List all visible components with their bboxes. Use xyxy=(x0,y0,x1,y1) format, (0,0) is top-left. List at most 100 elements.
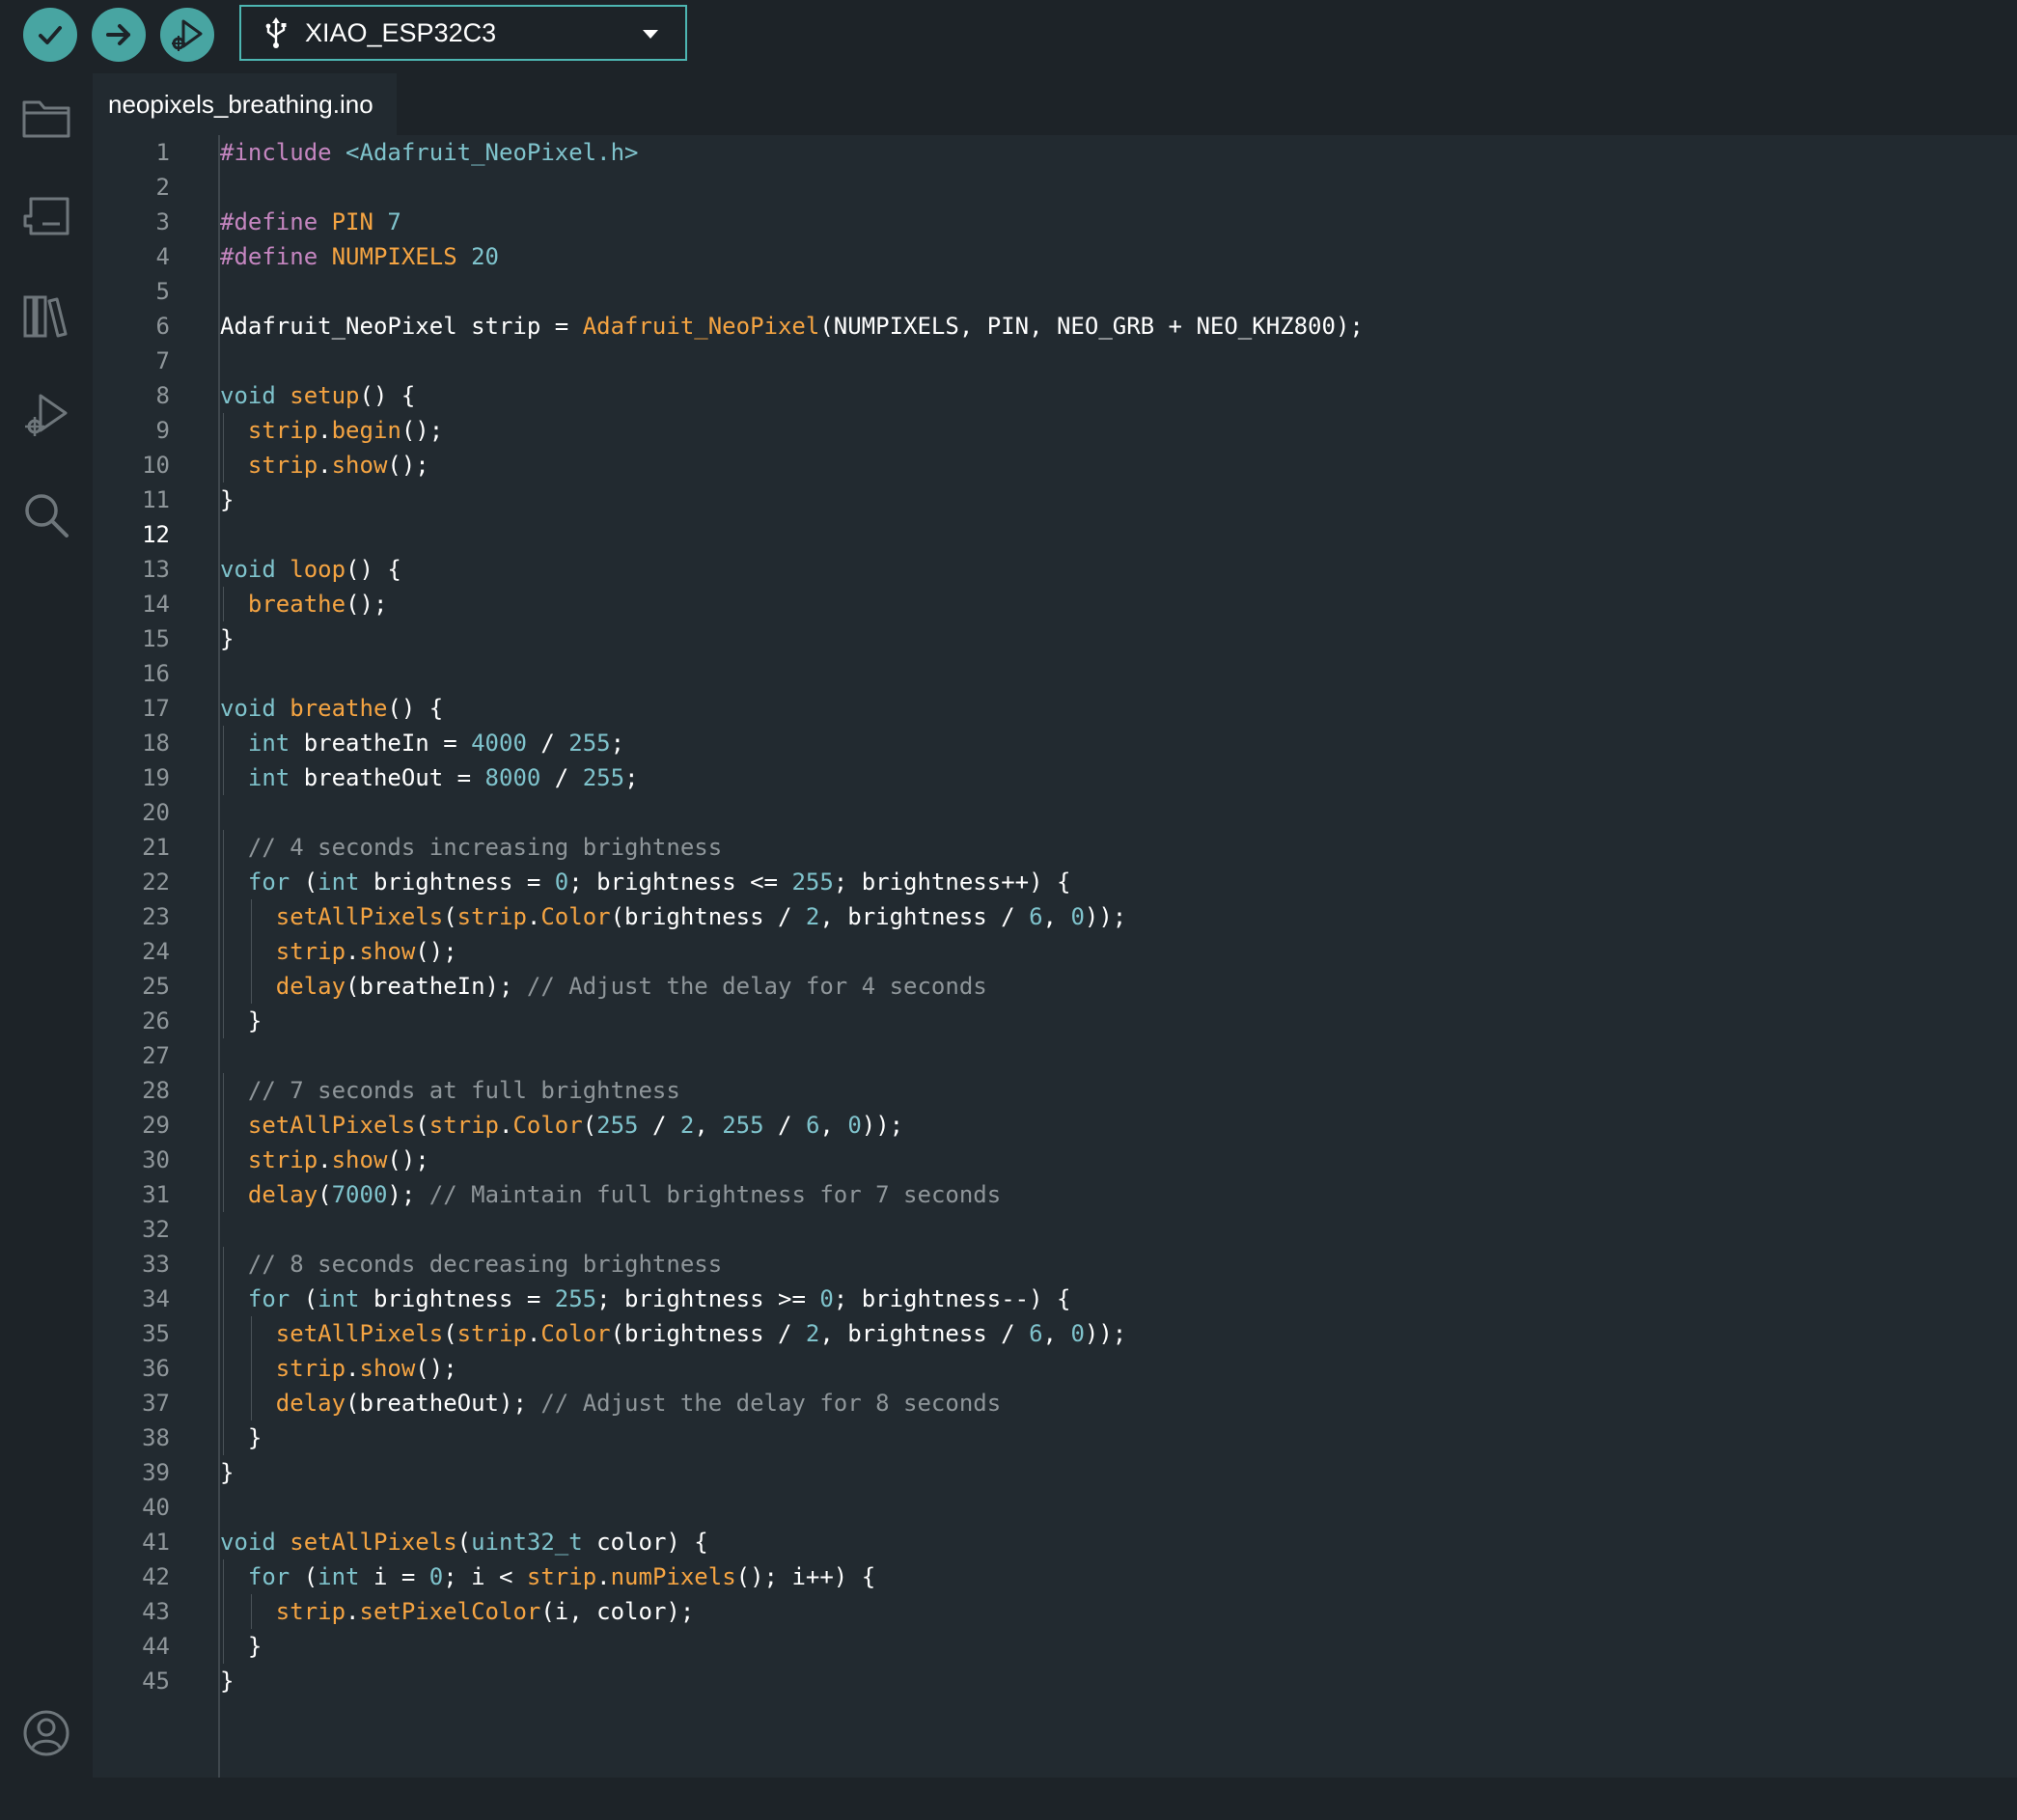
code-token: 255 xyxy=(568,730,611,757)
code-token: , brightness / xyxy=(819,1320,1030,1347)
board-selector[interactable]: XIAO_ESP32C3 xyxy=(239,5,687,61)
line-number: 31 xyxy=(142,1181,170,1208)
code-line[interactable]: 31 delay(7000); // Maintain full brightn… xyxy=(93,1177,2017,1212)
code-text: strip.begin(); xyxy=(220,413,443,448)
code-line[interactable]: 23 setAllPixels(strip.Color(brightness /… xyxy=(93,899,2017,934)
code-line[interactable]: 26 } xyxy=(93,1004,2017,1038)
code-line[interactable]: 35 setAllPixels(strip.Color(brightness /… xyxy=(93,1316,2017,1351)
code-line[interactable]: 16 xyxy=(93,656,2017,691)
code-line[interactable]: 13 void loop() { xyxy=(93,552,2017,587)
code-token: breatheOut = xyxy=(303,764,485,791)
code-line[interactable]: 19 int breatheOut = 8000 / 255; xyxy=(93,760,2017,795)
debug-icon xyxy=(25,394,68,436)
code-token: strip xyxy=(275,1355,346,1382)
code-line[interactable]: 43 strip.setPixelColor(i, color); xyxy=(93,1594,2017,1629)
code-line[interactable]: 37 delay(breatheOut); // Adjust the dela… xyxy=(93,1386,2017,1420)
code-token: (NUMPIXELS, PIN, NEO_GRB + NEO_KHZ800); xyxy=(819,313,1364,340)
code-line[interactable]: 24 strip.show(); xyxy=(93,934,2017,969)
code-line[interactable]: 3 #define PIN 7 xyxy=(93,205,2017,239)
line-number: 27 xyxy=(142,1042,170,1069)
code-line[interactable]: 36 strip.show(); xyxy=(93,1351,2017,1386)
code-line[interactable]: 11} xyxy=(93,483,2017,517)
code-line[interactable]: 18 int breatheIn = 4000 / 255; xyxy=(93,726,2017,760)
code-line[interactable]: 45} xyxy=(93,1664,2017,1698)
code-line[interactable]: 8 void setup() { xyxy=(93,378,2017,413)
line-number: 41 xyxy=(142,1529,170,1556)
code-line[interactable]: 29 setAllPixels(strip.Color(255 / 2, 255… xyxy=(93,1108,2017,1143)
code-line[interactable]: 25 delay(breatheIn); // Adjust the delay… xyxy=(93,969,2017,1004)
code-line[interactable]: 10 strip.show(); xyxy=(93,448,2017,483)
code-line[interactable]: 30 strip.show(); xyxy=(93,1143,2017,1177)
line-number: 11 xyxy=(142,486,170,513)
code-line[interactable]: 38 } xyxy=(93,1420,2017,1455)
code-token: show xyxy=(331,452,388,479)
tab-neopixels-breathing[interactable]: neopixels_breathing.ino xyxy=(93,73,397,135)
line-number: 7 xyxy=(155,347,170,374)
code-token: i = xyxy=(373,1563,429,1590)
code-line[interactable]: 40 xyxy=(93,1490,2017,1525)
code-token: , xyxy=(819,1112,848,1139)
code-line[interactable]: 44 } xyxy=(93,1629,2017,1664)
code-line[interactable]: 42 for (int i = 0; i < strip.numPixels()… xyxy=(93,1559,2017,1594)
code-line[interactable]: 32 xyxy=(93,1212,2017,1247)
code-token: show xyxy=(331,1146,388,1173)
code-token: strip xyxy=(275,1598,346,1625)
code-line[interactable]: 14 breathe(); xyxy=(93,587,2017,621)
code-line[interactable]: 7 xyxy=(93,344,2017,378)
code-line[interactable]: 28 // 7 seconds at full brightness xyxy=(93,1073,2017,1108)
sidebar-item-library-manager[interactable] xyxy=(19,290,73,344)
code-token: )); xyxy=(861,1112,904,1139)
line-number: 15 xyxy=(142,625,170,652)
code-line[interactable]: 4 #define NUMPIXELS 20 xyxy=(93,239,2017,274)
debug-button[interactable] xyxy=(160,8,214,62)
code-line[interactable]: 9 strip.begin(); xyxy=(93,413,2017,448)
line-number: 37 xyxy=(142,1390,170,1417)
code-token: ( xyxy=(318,1181,332,1208)
code-line[interactable]: 22 for (int brightness = 0; brightness <… xyxy=(93,865,2017,899)
code-line[interactable]: 39} xyxy=(93,1455,2017,1490)
code-line[interactable]: 41 void setAllPixels(uint32_t color) { xyxy=(93,1525,2017,1559)
sidebar-item-boards-manager[interactable] xyxy=(19,189,73,243)
line-number: 18 xyxy=(142,730,170,757)
code-token: Color xyxy=(540,903,611,930)
code-line[interactable]: 15} xyxy=(93,621,2017,656)
tab-bar: neopixels_breathing.ino xyxy=(93,69,2017,135)
code-editor[interactable]: 1 #include <Adafruit_NeoPixel.h> 2 3 #define… xyxy=(93,135,2017,1778)
code-token: ; brightness <= xyxy=(568,869,792,896)
code-token: Adafruit_NeoPixel strip = xyxy=(220,313,583,340)
profile-button[interactable] xyxy=(19,1706,73,1760)
code-line[interactable]: 17 void breathe() { xyxy=(93,691,2017,726)
code-line[interactable]: 1 #include <Adafruit_NeoPixel.h> xyxy=(93,135,2017,170)
sidebar-item-debug[interactable] xyxy=(19,388,73,442)
code-token: ( xyxy=(415,1112,429,1139)
code-line[interactable]: 12 xyxy=(93,517,2017,552)
verify-button[interactable] xyxy=(23,8,77,62)
code-token: ; i < xyxy=(443,1563,527,1590)
code-line[interactable]: 34 for (int brightness = 255; brightness… xyxy=(93,1282,2017,1316)
code-token: for xyxy=(247,869,304,896)
code-line[interactable]: 33 // 8 seconds decreasing brightness xyxy=(93,1247,2017,1282)
sidebar-item-search[interactable] xyxy=(19,488,73,542)
code-token: . xyxy=(318,452,332,479)
code-token: 4000 xyxy=(471,730,527,757)
code-line[interactable]: 21 // 4 seconds increasing brightness xyxy=(93,830,2017,865)
code-token: 0 xyxy=(428,1563,444,1590)
code-token: 0 xyxy=(1070,1320,1085,1347)
code-line[interactable]: 6 Adafruit_NeoPixel strip = Adafruit_NeoP… xyxy=(93,309,2017,344)
code-line[interactable]: 27 xyxy=(93,1038,2017,1073)
code-line[interactable]: 2 xyxy=(93,170,2017,205)
code-token: , xyxy=(1042,903,1071,930)
code-line[interactable]: 20 xyxy=(93,795,2017,830)
code-token: . xyxy=(345,1598,360,1625)
sidebar-item-sketchbook[interactable] xyxy=(19,91,73,145)
code-text: strip.show(); xyxy=(220,448,429,483)
code-line[interactable]: 5 xyxy=(93,274,2017,309)
code-token: (); xyxy=(387,452,429,479)
upload-button[interactable] xyxy=(92,8,146,62)
